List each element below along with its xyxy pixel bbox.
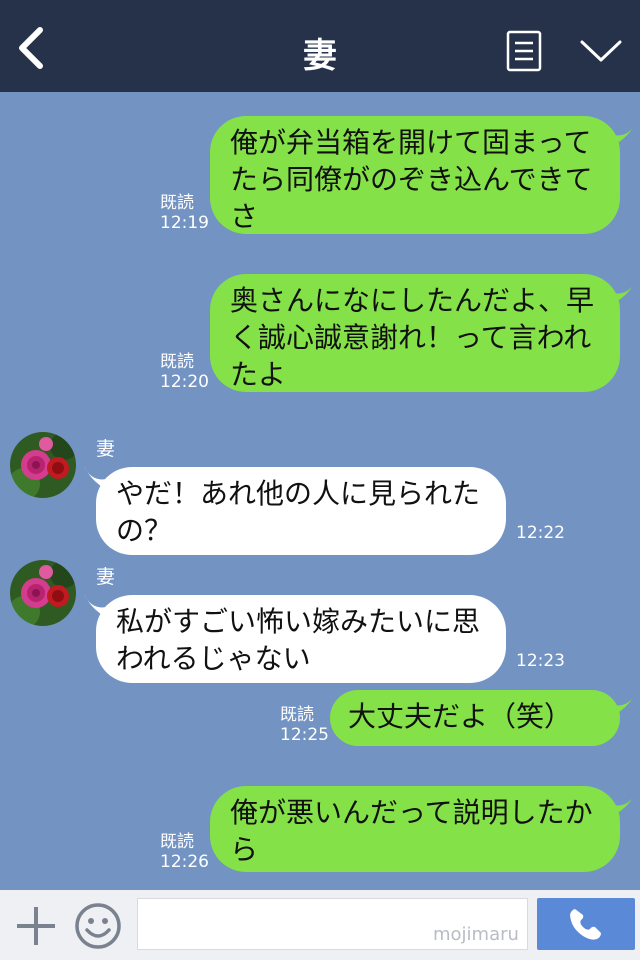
- rose-avatar-icon: [10, 432, 76, 498]
- sender-name: 妻: [96, 566, 116, 588]
- smile-icon: [75, 903, 121, 949]
- message-time: 12:23: [516, 651, 565, 671]
- message-time: 12:22: [516, 523, 565, 543]
- rose-avatar-icon: [10, 560, 76, 626]
- menu-icon: [506, 30, 542, 72]
- message-time: 12:19: [160, 213, 209, 233]
- watermark-text: mojimaru: [433, 924, 519, 945]
- sticker-button[interactable]: [74, 902, 122, 950]
- plus-icon: [17, 907, 55, 945]
- read-receipt: 既読: [160, 832, 194, 852]
- message-time: 12:25: [280, 725, 329, 745]
- avatar[interactable]: [10, 432, 76, 498]
- collapse-button[interactable]: [578, 36, 624, 66]
- read-receipt: 既読: [160, 193, 194, 213]
- menu-button[interactable]: [506, 30, 542, 72]
- message-bubble[interactable]: 俺が弁当箱を開けて固まってたら同僚がのぞき込んできてさ: [210, 116, 620, 234]
- avatar[interactable]: [10, 560, 76, 626]
- message-bubble[interactable]: 私がすごい怖い嫁みたいに思われるじゃない: [96, 595, 506, 683]
- message-bubble[interactable]: 大丈夫だよ（笑）: [330, 690, 620, 746]
- message-bubble[interactable]: 俺が悪いんだって説明したから: [210, 786, 620, 872]
- sender-name: 妻: [96, 438, 116, 460]
- message-bubble[interactable]: 奥さんになにしたんだよ、早く誠心誠意謝れ！って言われたよ: [210, 274, 620, 392]
- page-title: 妻: [303, 36, 337, 76]
- message-list[interactable]: 既読 12:19 俺が弁当箱を開けて固まってたら同僚がのぞき込んできてさ 既読 …: [0, 92, 640, 890]
- chat-header: 妻: [0, 0, 640, 92]
- message-time: 12:26: [160, 852, 209, 872]
- read-receipt: 既読: [280, 705, 314, 725]
- phone-icon: [570, 909, 601, 940]
- call-button[interactable]: [537, 898, 635, 950]
- add-attachment-button[interactable]: [14, 904, 58, 948]
- read-receipt: 既読: [160, 352, 194, 372]
- message-time: 12:20: [160, 372, 209, 392]
- chevron-down-icon: [580, 40, 622, 62]
- message-bubble[interactable]: やだ！あれ他の人に見られたの？: [96, 467, 506, 555]
